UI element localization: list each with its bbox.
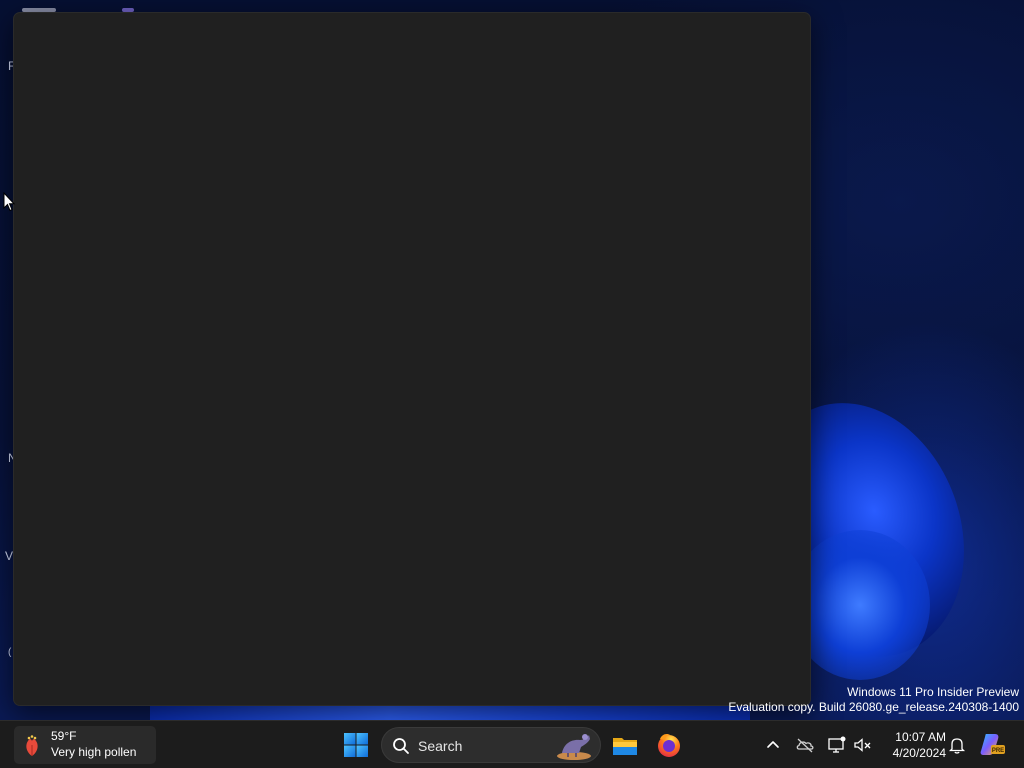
system-clock[interactable]: 10:07 AM 4/20/2024 <box>880 729 946 761</box>
pollen-icon <box>26 735 38 756</box>
watermark-line-build: Evaluation copy. Build 26080.ge_release.… <box>728 700 1019 714</box>
clock-date: 4/20/2024 <box>892 746 946 760</box>
copilot-icon: PRE <box>980 734 1005 755</box>
onedrive-icon[interactable] <box>795 735 815 755</box>
search-icon <box>393 738 409 754</box>
search-highlight-icon <box>557 734 591 760</box>
weather-temperature: 59°F <box>51 729 77 743</box>
search-label: Search <box>418 738 463 754</box>
folder-icon <box>613 738 637 755</box>
watermark-line-edition: Windows 11 Pro Insider Preview <box>847 685 1019 699</box>
desktop-icon-label[interactable]: ( <box>8 647 11 658</box>
taskbar-file-explorer-button[interactable] <box>609 729 641 761</box>
start-button[interactable] <box>340 729 372 761</box>
wallpaper-bloom-center <box>790 530 930 680</box>
evaluation-watermark: Windows 11 Pro Insider Preview Evaluatio… <box>728 685 1019 715</box>
firefox-icon <box>658 734 680 757</box>
network-icon[interactable] <box>827 735 847 755</box>
wallpaper-bloom-edge <box>150 706 750 720</box>
weather-description: Very high pollen <box>51 745 137 759</box>
volume-muted-icon[interactable] <box>853 735 873 755</box>
taskbar-firefox-button[interactable] <box>653 729 685 761</box>
taskbar: 59°F Very high pollen Search 10:07 AM 4/… <box>0 720 1024 768</box>
blank-app-window[interactable] <box>13 12 811 706</box>
taskbar-search-box[interactable]: Search <box>381 727 601 763</box>
clock-time: 10:07 AM <box>895 730 946 744</box>
weather-widget[interactable]: 59°F Very high pollen <box>14 726 156 764</box>
windows-logo-icon <box>344 733 368 757</box>
copilot-button[interactable]: PRE <box>978 730 1006 758</box>
desktop: F N V ( Windows 11 Pro Insider Preview E… <box>0 0 1024 720</box>
desktop-icon-label[interactable]: V <box>5 549 13 563</box>
mouse-pointer-icon <box>3 192 15 212</box>
copilot-badge: PRE <box>992 748 1004 754</box>
chevron-up-icon[interactable] <box>763 735 783 755</box>
bell-icon[interactable] <box>947 735 967 755</box>
